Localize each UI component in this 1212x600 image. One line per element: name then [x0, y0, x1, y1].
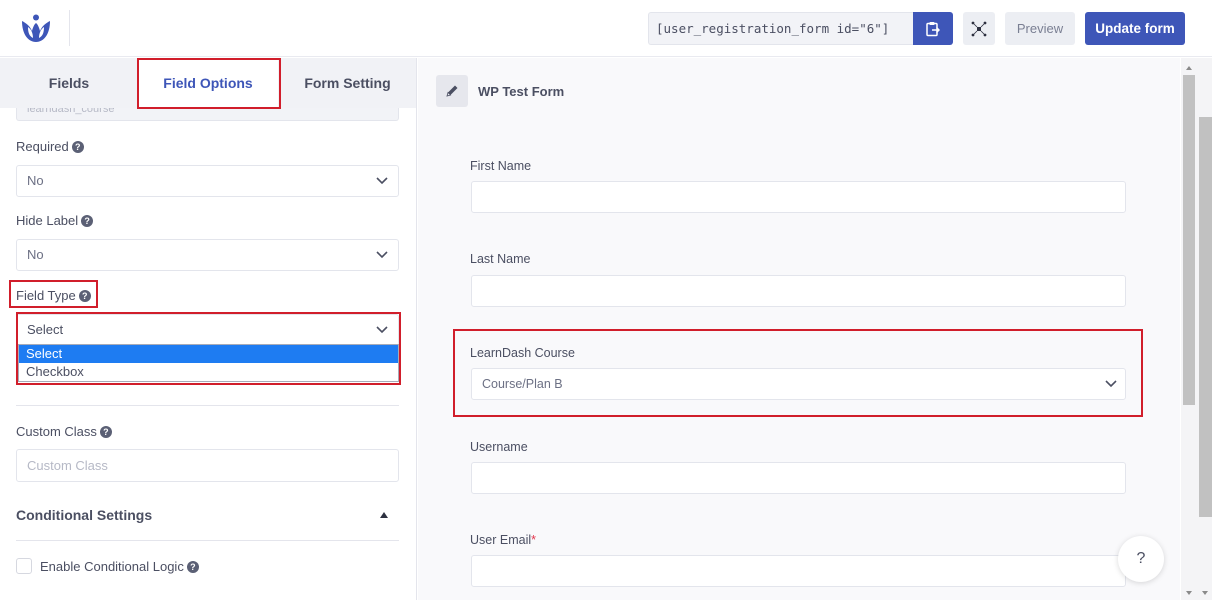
- shortcode-field[interactable]: [user_registration_form id="6"]: [648, 12, 913, 45]
- chevron-down-icon: [376, 251, 388, 259]
- fullscreen-expand-icon: [971, 21, 987, 36]
- question-circle-icon[interactable]: ?: [99, 425, 112, 438]
- conditional-settings-title[interactable]: Conditional Settings: [16, 507, 152, 523]
- last-name-input[interactable]: [471, 275, 1126, 307]
- dropdown-option-checkbox[interactable]: Checkbox: [19, 363, 398, 381]
- preview-button[interactable]: Preview: [1005, 12, 1075, 45]
- question-circle-icon[interactable]: ?: [186, 560, 199, 573]
- chevron-down-icon: [376, 326, 388, 334]
- field-type-select-value: Select: [27, 322, 64, 337]
- username-input[interactable]: [471, 462, 1126, 494]
- page-scrollbar[interactable]: [1197, 58, 1212, 600]
- form-title: WP Test Form: [478, 84, 565, 99]
- first-name-label: First Name: [470, 159, 532, 173]
- copy-shortcode-button[interactable]: [913, 12, 953, 45]
- learndash-course-select[interactable]: Course/Plan B: [471, 368, 1126, 400]
- hide-label-select-value: No: [27, 247, 44, 262]
- username-label: Username: [470, 440, 528, 454]
- enable-conditional-logic-checkbox[interactable]: [16, 558, 32, 574]
- required-select-value: No: [27, 173, 44, 188]
- question-circle-icon[interactable]: ?: [71, 140, 84, 153]
- edit-form-title-button[interactable]: [436, 75, 468, 107]
- tab-fields[interactable]: Fields: [0, 58, 138, 108]
- custom-class-label: Custom Class ?: [16, 424, 112, 439]
- first-name-input[interactable]: [471, 181, 1126, 213]
- logo-divider: [69, 10, 70, 46]
- canvas-scrollbar[interactable]: [1181, 58, 1197, 600]
- required-select[interactable]: No: [16, 165, 399, 197]
- tab-form-setting[interactable]: Form Setting: [278, 58, 416, 108]
- caret-up-icon[interactable]: [380, 512, 388, 518]
- question-circle-icon[interactable]: ?: [78, 289, 91, 302]
- required-label: Required ?: [16, 139, 84, 154]
- section-divider: [16, 405, 399, 406]
- panel-tabs: Fields Field Options Form Setting: [0, 58, 416, 108]
- field-type-dropdown: Select Checkbox: [18, 344, 399, 382]
- pencil-icon: [446, 85, 458, 97]
- scroll-up-arrow[interactable]: [1186, 66, 1192, 70]
- learndash-course-value: Course/Plan B: [482, 377, 563, 391]
- field-type-select[interactable]: Select: [16, 314, 399, 346]
- user-email-label-text: User Email: [470, 533, 532, 547]
- field-type-label: Field Type ?: [16, 288, 91, 303]
- scroll-down-arrow[interactable]: [1186, 591, 1192, 595]
- required-label-text: Required: [16, 139, 69, 154]
- section-divider: [16, 540, 399, 541]
- scroll-down-arrow[interactable]: [1202, 591, 1208, 595]
- hide-label-label: Hide Label ?: [16, 213, 94, 228]
- field-type-label-text: Field Type: [16, 288, 76, 303]
- fullscreen-button[interactable]: [963, 12, 995, 45]
- required-asterisk: *: [531, 533, 536, 547]
- custom-class-input[interactable]: Custom Class: [16, 449, 399, 482]
- enable-conditional-logic-text: Enable Conditional Logic: [40, 559, 184, 574]
- chevron-down-icon: [1105, 380, 1117, 388]
- hide-label-select[interactable]: No: [16, 239, 399, 271]
- field-options-panel: learndash_course Fields Field Options Fo…: [0, 58, 417, 600]
- user-registration-logo[interactable]: [20, 14, 52, 44]
- enable-conditional-logic-label: Enable Conditional Logic ?: [40, 559, 199, 574]
- clipboard-copy-icon: [926, 21, 940, 36]
- help-button[interactable]: ?: [1118, 536, 1164, 582]
- learndash-course-label: LearnDash Course: [470, 346, 575, 360]
- question-circle-icon[interactable]: ?: [81, 214, 94, 227]
- user-email-input[interactable]: [471, 555, 1126, 587]
- hide-label-label-text: Hide Label: [16, 213, 79, 228]
- form-builder-canvas: WP Test Form First Name Last Name LearnD…: [418, 58, 1180, 600]
- update-form-button[interactable]: Update form: [1085, 12, 1185, 45]
- dropdown-option-select[interactable]: Select: [19, 345, 398, 363]
- top-bar: [user_registration_form id="6"] Preview …: [0, 0, 1212, 57]
- custom-class-label-text: Custom Class: [16, 424, 97, 439]
- page-scrollbar-thumb[interactable]: [1199, 117, 1212, 517]
- tab-field-options[interactable]: Field Options: [138, 58, 278, 108]
- user-email-label: User Email*: [470, 533, 536, 547]
- last-name-label: Last Name: [470, 252, 531, 266]
- chevron-down-icon: [376, 177, 388, 185]
- canvas-scrollbar-thumb[interactable]: [1183, 75, 1195, 405]
